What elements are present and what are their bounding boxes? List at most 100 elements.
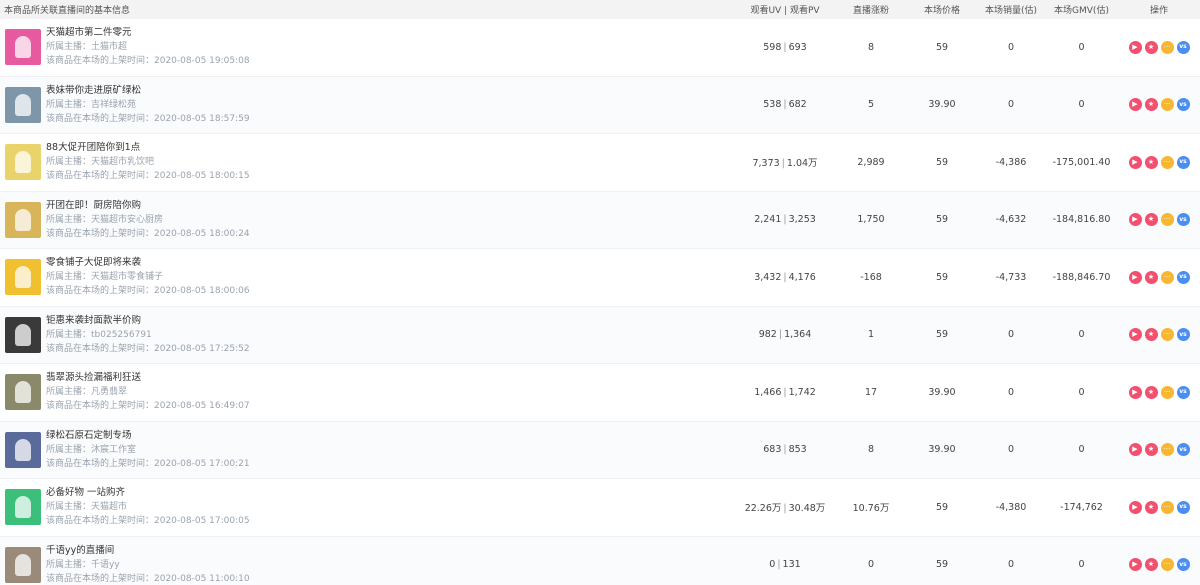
more-icon[interactable]: ··· (1160, 328, 1174, 342)
compare-vs-icon[interactable]: vs (1176, 443, 1190, 457)
room-listed-time: 该商品在本场的上架时间：2020-08-05 17:25:52 (46, 343, 250, 354)
room-thumbnail[interactable] (5, 489, 41, 526)
room-thumbnail[interactable] (5, 316, 41, 353)
favorite-star-icon[interactable]: ★ (1144, 213, 1158, 227)
play-icon[interactable]: ▶ (1128, 443, 1142, 457)
compare-vs-icon[interactable]: vs (1176, 558, 1190, 572)
more-icon[interactable]: ··· (1160, 40, 1174, 54)
favorite-star-icon[interactable]: ★ (1144, 155, 1158, 169)
more-icon[interactable]: ··· (1160, 213, 1174, 227)
play-icon[interactable]: ▶ (1128, 328, 1142, 342)
favorite-star-icon[interactable]: ★ (1144, 98, 1158, 112)
more-icon[interactable]: ··· (1160, 385, 1174, 399)
header-gmv[interactable]: 本场GMV(估) (1045, 3, 1118, 16)
play-icon[interactable]: ▶ (1128, 500, 1142, 514)
room-meta: 绿松石原石定制专场 所属主播：沐宸工作室 该商品在本场的上架时间：2020-08… (46, 430, 250, 470)
play-icon[interactable]: ▶ (1128, 213, 1142, 227)
fans-cell: 8 (867, 41, 875, 53)
thumbnail-figure (15, 208, 31, 231)
room-title[interactable]: 零食铺子大促即将来袭 (46, 257, 250, 269)
room-title[interactable]: 钜惠来袭封面款半价购 (46, 315, 250, 327)
room-thumbnail[interactable] (5, 546, 41, 583)
more-icon[interactable]: ··· (1160, 155, 1174, 169)
table-row[interactable]: 表妹带你走进原矿绿松 所属主播：吉祥绿松苑 该商品在本场的上架时间：2020-0… (0, 76, 1200, 134)
room-anchor: 所属主播：天猫超市安心厨房 (46, 214, 164, 225)
uv-pv-separator: | (783, 503, 787, 515)
favorite-star-icon[interactable]: ★ (1144, 328, 1158, 342)
play-icon[interactable]: ▶ (1128, 98, 1142, 112)
compare-vs-icon[interactable]: vs (1176, 155, 1190, 169)
table-row[interactable]: 88大促开团陪你到1点 所属主播：天猫超市乳饮吧 该商品在本场的上架时间：202… (0, 134, 1200, 192)
play-icon[interactable]: ▶ (1128, 270, 1142, 284)
play-icon[interactable]: ▶ (1128, 155, 1142, 169)
more-icon[interactable]: ··· (1160, 270, 1174, 284)
more-icon[interactable]: ··· (1160, 98, 1174, 112)
favorite-star-icon[interactable]: ★ (1144, 500, 1158, 514)
header-sales[interactable]: 本场销量(估) (977, 3, 1045, 16)
room-thumbnail[interactable] (5, 86, 41, 123)
room-thumbnail[interactable] (5, 431, 41, 468)
more-icon[interactable]: ··· (1160, 558, 1174, 572)
more-icon[interactable]: ··· (1160, 443, 1174, 457)
header-price[interactable]: 本场价格 (907, 3, 977, 16)
room-title[interactable]: 千语yy的直播间 (46, 545, 250, 557)
room-title[interactable]: 翡翠源头捡漏福利狂送 (46, 372, 250, 384)
compare-vs-icon[interactable]: vs (1176, 270, 1190, 284)
favorite-star-icon[interactable]: ★ (1144, 443, 1158, 457)
table-row[interactable]: 翡翠源头捡漏福利狂送 所属主播：凡勇翡翠 该商品在本场的上架时间：2020-08… (0, 364, 1200, 422)
sales-cell: -4,380 (995, 501, 1027, 513)
room-info: 必备好物 一站购齐 所属主播：天猫超市 该商品在本场的上架时间：2020-08-… (0, 487, 735, 527)
compare-vs-icon[interactable]: vs (1176, 328, 1190, 342)
compare-vs-icon[interactable]: vs (1176, 98, 1190, 112)
uv-pv-cell: 22.26万 | 30.48万 (735, 500, 835, 514)
uv-value: 0 (769, 559, 776, 571)
room-thumbnail[interactable] (5, 374, 41, 411)
play-icon[interactable]: ▶ (1128, 558, 1142, 572)
room-thumbnail[interactable] (5, 201, 41, 238)
room-thumbnail[interactable] (5, 29, 41, 66)
table-row[interactable]: 绿松石原石定制专场 所属主播：沐宸工作室 该商品在本场的上架时间：2020-08… (0, 421, 1200, 479)
favorite-star-icon[interactable]: ★ (1144, 385, 1158, 399)
header-ops: 操作 (1149, 6, 1168, 16)
play-icon[interactable]: ▶ (1128, 385, 1142, 399)
sales-cell: -4,386 (995, 156, 1027, 168)
room-listed-time: 该商品在本场的上架时间：2020-08-05 17:00:05 (46, 516, 250, 527)
room-thumbnail[interactable] (5, 259, 41, 296)
table-row[interactable]: 天猫超市第二件零元 所属主播：土猫市超 该商品在本场的上架时间：2020-08-… (0, 19, 1200, 77)
more-icon[interactable]: ··· (1160, 500, 1174, 514)
room-info: 88大促开团陪你到1点 所属主播：天猫超市乳饮吧 该商品在本场的上架时间：202… (0, 142, 735, 182)
table-row[interactable]: 必备好物 一站购齐 所属主播：天猫超市 该商品在本场的上架时间：2020-08-… (0, 479, 1200, 537)
room-title[interactable]: 必备好物 一站购齐 (46, 487, 250, 499)
header-fans[interactable]: 直播涨粉 (835, 3, 907, 16)
table-row[interactable]: 零食铺子大促即将来袭 所属主播：天猫超市零食铺子 该商品在本场的上架时间：202… (0, 249, 1200, 307)
room-title[interactable]: 开团在即！厨房陪你购 (46, 200, 250, 212)
compare-vs-icon[interactable]: vs (1176, 213, 1190, 227)
gmv-cell: -174,762 (1060, 501, 1103, 513)
pv-value: 1.04万 (786, 158, 818, 170)
table-row[interactable]: 开团在即！厨房陪你购 所属主播：天猫超市安心厨房 该商品在本场的上架时间：202… (0, 191, 1200, 249)
room-info: 绿松石原石定制专场 所属主播：沐宸工作室 该商品在本场的上架时间：2020-08… (0, 430, 735, 470)
table-row[interactable]: 千语yy的直播间 所属主播：千语yy 该商品在本场的上架时间：2020-08-0… (0, 536, 1200, 585)
room-title[interactable]: 绿松石原石定制专场 (46, 430, 250, 442)
header-uv-pv[interactable]: 观看UV | 观看PV (735, 3, 835, 16)
play-icon[interactable]: ▶ (1128, 40, 1142, 54)
favorite-star-icon[interactable]: ★ (1144, 270, 1158, 284)
fans-cell: 8 (867, 444, 875, 456)
room-thumbnail[interactable] (5, 144, 41, 181)
favorite-star-icon[interactable]: ★ (1144, 558, 1158, 572)
room-title[interactable]: 表妹带你走进原矿绿松 (46, 85, 250, 97)
uv-pv-separator: | (778, 329, 783, 341)
room-listed-time: 该商品在本场的上架时间：2020-08-05 19:05:08 (46, 56, 250, 67)
uv-value: 7,373 (752, 158, 780, 170)
compare-vs-icon[interactable]: vs (1176, 40, 1190, 54)
compare-vs-icon[interactable]: vs (1176, 385, 1190, 399)
price-cell: 39.90 (928, 99, 956, 111)
uv-pv-cell: 598 | 693 (735, 42, 835, 53)
room-title[interactable]: 88大促开团陪你到1点 (46, 142, 250, 154)
pv-value: 1,742 (788, 386, 816, 398)
table-row[interactable]: 钜惠来袭封面款半价购 所属主播：tb025256791 该商品在本场的上架时间：… (0, 306, 1200, 364)
compare-vs-icon[interactable]: vs (1176, 500, 1190, 514)
room-title[interactable]: 天猫超市第二件零元 (46, 27, 250, 39)
gmv-cell: 0 (1078, 444, 1085, 456)
favorite-star-icon[interactable]: ★ (1144, 40, 1158, 54)
